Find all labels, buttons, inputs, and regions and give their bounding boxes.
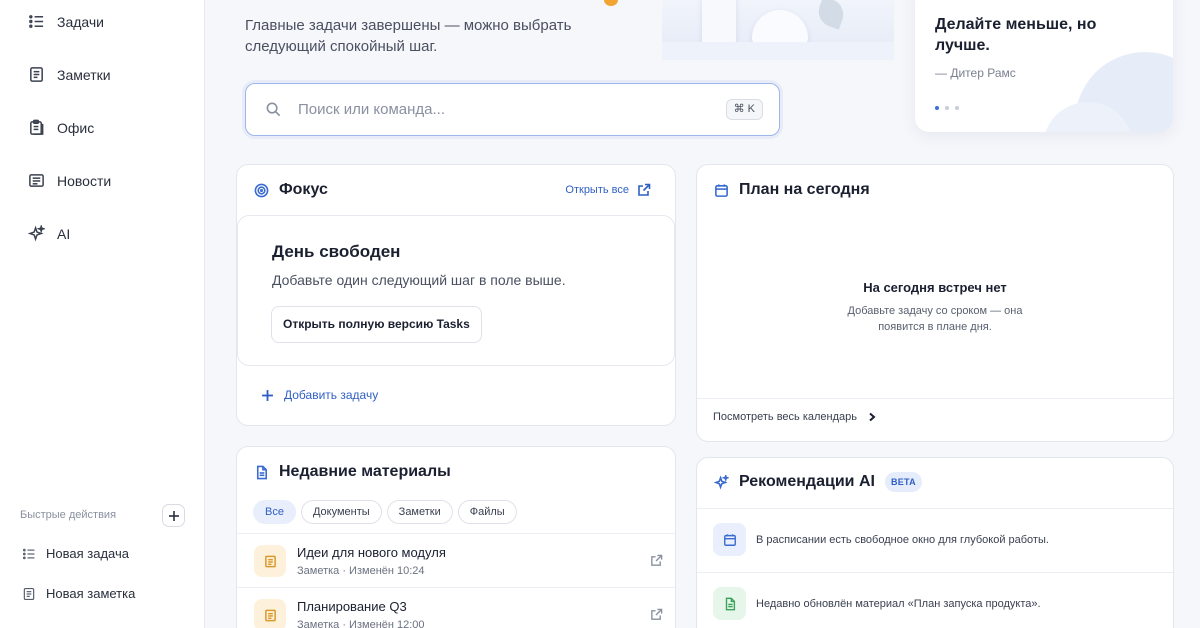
sidebar-item-label: AI xyxy=(57,225,71,242)
quote-text: Делайте меньше, но лучше. xyxy=(935,16,1097,54)
material-title: Идеи для нового модуля xyxy=(297,545,446,560)
hero-subtitle: Главные задачи завершены — можно выбрать… xyxy=(245,17,572,55)
recent-title: Недавние материалы xyxy=(254,463,451,481)
ai-title-text: Рекомендации AI xyxy=(739,473,875,490)
plan-title: План на сегодня xyxy=(714,181,870,199)
calendar-icon xyxy=(715,183,728,197)
focus-card: Фокус Открыть все День свободен Добавьте… xyxy=(236,164,676,426)
sidebar-item-notes[interactable]: Заметки xyxy=(28,66,111,83)
sparkles-icon xyxy=(28,225,45,242)
quick-actions-title: Быстрые действия xyxy=(20,509,117,521)
quick-action-label: Новая заметка xyxy=(46,586,136,601)
filter-notes[interactable]: Заметки xyxy=(386,500,453,524)
clipboard-icon xyxy=(30,119,44,135)
note-icon xyxy=(23,587,35,600)
quote-author: — Дитер Рамс xyxy=(935,66,1016,80)
status-dot xyxy=(604,0,618,6)
material-title: Планирование Q3 xyxy=(297,599,407,614)
list-icon xyxy=(22,548,35,559)
external-link-icon xyxy=(638,183,651,196)
target-icon xyxy=(254,183,269,197)
focus-empty-state: День свободен Добавьте один следующий ша… xyxy=(237,215,675,366)
list-item[interactable]: Недавно обновлён материал «План запуска … xyxy=(697,573,1173,628)
carousel-dot[interactable] xyxy=(945,106,949,110)
sidebar-item-office[interactable]: Офис xyxy=(28,119,94,136)
quick-action-new-task[interactable]: Новая задача xyxy=(22,546,129,561)
open-all-link[interactable]: Открыть все xyxy=(565,183,651,197)
carousel-dot[interactable] xyxy=(955,106,959,110)
add-task-button[interactable]: Добавить задачу xyxy=(261,388,378,402)
plan-card: План на сегодня На сегодня встреч нет До… xyxy=(696,164,1174,442)
ai-title: Рекомендации AI BETA xyxy=(714,472,922,492)
sidebar-item-ai[interactable]: AI xyxy=(28,225,70,242)
external-link-icon[interactable] xyxy=(650,608,663,621)
note-icon xyxy=(254,599,286,628)
quick-action-label: Новая задача xyxy=(46,546,129,561)
quick-action-new-note[interactable]: Новая заметка xyxy=(22,586,135,601)
recommendation-text: Недавно обновлён материал «План запуска … xyxy=(756,598,1041,610)
ai-recommendations-card: Рекомендации AI BETA В расписании есть с… xyxy=(696,457,1174,628)
carousel-dots xyxy=(935,106,959,110)
add-quick-action-button[interactable] xyxy=(162,504,185,527)
sidebar: Задачи Заметки Офис Новости AI Быстрые д… xyxy=(0,0,205,628)
hero-illustration xyxy=(662,0,894,60)
list-item[interactable]: Идеи для нового модуля Заметка · Изменён… xyxy=(237,534,675,588)
document-icon xyxy=(256,465,267,479)
calendar-icon xyxy=(713,523,746,556)
search-icon xyxy=(265,101,282,118)
focus-empty-subtitle: Добавьте один следующий шаг в поле выше. xyxy=(272,272,566,288)
view-calendar-link[interactable]: Посмотреть весь календарь xyxy=(713,411,877,423)
recommendation-text: В расписании есть свободное окно для глу… xyxy=(756,534,1049,546)
list-item[interactable]: В расписании есть свободное окно для глу… xyxy=(697,509,1173,573)
newspaper-icon xyxy=(29,174,44,187)
plan-empty-subtitle: Добавьте задачу со сроком — она появится… xyxy=(847,305,1023,333)
focus-empty-title: День свободен xyxy=(272,242,401,261)
note-icon xyxy=(30,67,43,82)
list-icon xyxy=(29,15,44,28)
beta-badge: BETA xyxy=(884,472,922,492)
plan-title-text: План на сегодня xyxy=(739,181,870,198)
filter-documents[interactable]: Документы xyxy=(300,500,382,524)
note-icon xyxy=(254,545,286,577)
sidebar-item-tasks[interactable]: Задачи xyxy=(28,13,104,30)
add-task-label: Добавить задачу xyxy=(284,388,379,402)
filter-all[interactable]: Все xyxy=(253,500,296,524)
search-bar[interactable]: Поиск или команда... ⌘ K xyxy=(245,83,780,136)
recent-title-text: Недавние материалы xyxy=(279,463,451,480)
list-item[interactable]: Планирование Q3 Заметка · Изменён 12:00 xyxy=(237,588,675,628)
recent-materials-card: Недавние материалы Все Документы Заметки… xyxy=(236,446,676,628)
chevron-right-icon xyxy=(869,412,876,422)
focus-title: Фокус xyxy=(254,181,328,199)
plan-empty-title: На сегодня встреч нет xyxy=(863,280,1007,295)
sidebar-item-news[interactable]: Новости xyxy=(28,172,111,189)
open-tasks-button[interactable]: Открыть полную версию Tasks xyxy=(271,306,482,343)
external-link-icon[interactable] xyxy=(650,554,663,567)
plus-icon xyxy=(262,389,273,401)
calendar-link-label: Посмотреть весь календарь xyxy=(713,411,857,423)
filter-files[interactable]: Файлы xyxy=(457,500,517,524)
sidebar-item-label: Задачи xyxy=(57,13,105,30)
sidebar-item-label: Заметки xyxy=(57,66,111,83)
plus-icon xyxy=(168,510,179,521)
search-input[interactable]: Поиск или команда... xyxy=(298,101,445,118)
material-meta: Заметка · Изменён 10:24 xyxy=(297,565,425,577)
filter-chips: Все Документы Заметки Файлы xyxy=(253,500,517,524)
sidebar-item-label: Офис xyxy=(57,119,95,136)
quote-card: Делайте меньше, но лучше. — Дитер Рамс xyxy=(915,0,1173,132)
shortcut-hint: ⌘ K xyxy=(725,99,763,120)
sidebar-item-label: Новости xyxy=(57,172,112,189)
open-all-label: Открыть все xyxy=(565,184,629,196)
sparkles-icon xyxy=(714,474,729,490)
document-icon xyxy=(713,587,746,620)
material-meta: Заметка · Изменён 12:00 xyxy=(297,619,425,628)
carousel-dot[interactable] xyxy=(935,106,939,110)
focus-title-text: Фокус xyxy=(279,181,328,198)
